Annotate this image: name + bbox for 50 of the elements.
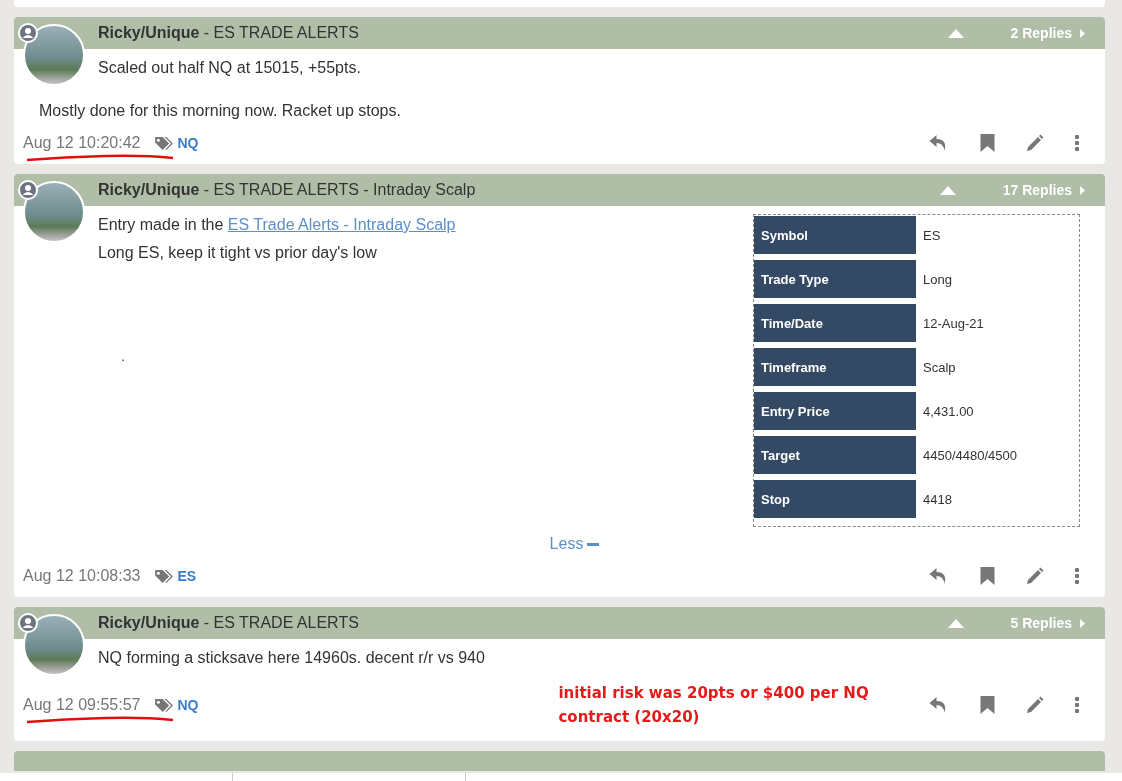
replies-button[interactable]: 17 Replies xyxy=(1002,182,1072,198)
table-cell-text: 4450/4480/4500 xyxy=(922,446,1017,465)
table-cell: Trade Type xyxy=(754,260,916,298)
post-time: Aug 12 09:55:57 xyxy=(23,696,141,713)
less-toggle[interactable]: Less xyxy=(549,535,600,553)
table-cell: Stop xyxy=(754,480,916,518)
table-cell-text: Scalp xyxy=(922,358,956,377)
table-cell-text: Long xyxy=(922,270,952,289)
table-cell-text: 4,431.00 xyxy=(922,402,974,421)
post-text: NQ forming a sticksave here 14960s. decent r/r vs 940 xyxy=(98,649,486,667)
table-cell: Entry Price xyxy=(754,392,916,430)
bookmark-icon[interactable] xyxy=(980,696,995,714)
tag-link[interactable]: NQ xyxy=(177,135,199,151)
tag-link[interactable]: NQ xyxy=(177,697,199,713)
table-cell-text: ES xyxy=(922,226,941,245)
replies-button[interactable]: 5 Replies xyxy=(1010,615,1072,631)
caret-icon xyxy=(1080,618,1085,628)
more-icon[interactable] xyxy=(1075,568,1079,584)
table-cell: Target xyxy=(754,436,916,474)
channel-link[interactable]: ES Trade Alerts - Intraday Scalp xyxy=(227,216,456,233)
stray-dot: . xyxy=(121,348,126,364)
table-cell: Time/Date xyxy=(754,304,916,342)
pencil-icon[interactable] xyxy=(1026,696,1044,714)
tag-icon xyxy=(154,697,176,713)
table-cell-text: 4418 xyxy=(922,490,952,509)
more-icon[interactable] xyxy=(1075,697,1079,713)
post-title: Ricky/Unique - ES TRADE ALERTS xyxy=(98,24,360,42)
table-cell: Timeframe xyxy=(754,348,916,386)
caret-icon xyxy=(1080,185,1085,195)
pencil-icon[interactable] xyxy=(1026,567,1044,585)
post-title: Ricky/Unique - ES TRADE ALERTS - Intraday Scalp xyxy=(98,181,477,199)
post-text: Mostly done for this morning now. Racket up stops. xyxy=(39,102,402,120)
replies-button[interactable]: 2 Replies xyxy=(1010,25,1072,41)
table-cell-text: 12-Aug-21 xyxy=(922,314,984,333)
post-text: Long ES, keep it tight vs prior day's low xyxy=(98,244,378,262)
tag-icon xyxy=(154,568,176,584)
tag-icon xyxy=(154,135,176,151)
post-title: Ricky/Unique - ES TRADE ALERTS xyxy=(98,614,360,632)
post-text: Entry made in the ES Trade Alerts - Intraday Scalp xyxy=(98,216,457,234)
pencil-icon[interactable] xyxy=(1026,134,1044,152)
post-text: Scaled out half NQ at 15015, +55pts. xyxy=(98,59,362,77)
annotation-text: initial risk was 20pts or $400 per NQ contract (20x20) xyxy=(558,683,870,728)
more-icon[interactable] xyxy=(1075,135,1079,151)
post-time: Aug 12 10:08:33 xyxy=(23,567,141,584)
post-time: Aug 12 10:20:42 xyxy=(23,134,141,151)
bookmark-icon[interactable] xyxy=(980,567,995,585)
tag-link[interactable]: ES xyxy=(177,568,197,584)
bookmark-icon[interactable] xyxy=(980,134,995,152)
caret-icon xyxy=(1080,28,1085,38)
table-cell: Symbol xyxy=(754,216,916,254)
